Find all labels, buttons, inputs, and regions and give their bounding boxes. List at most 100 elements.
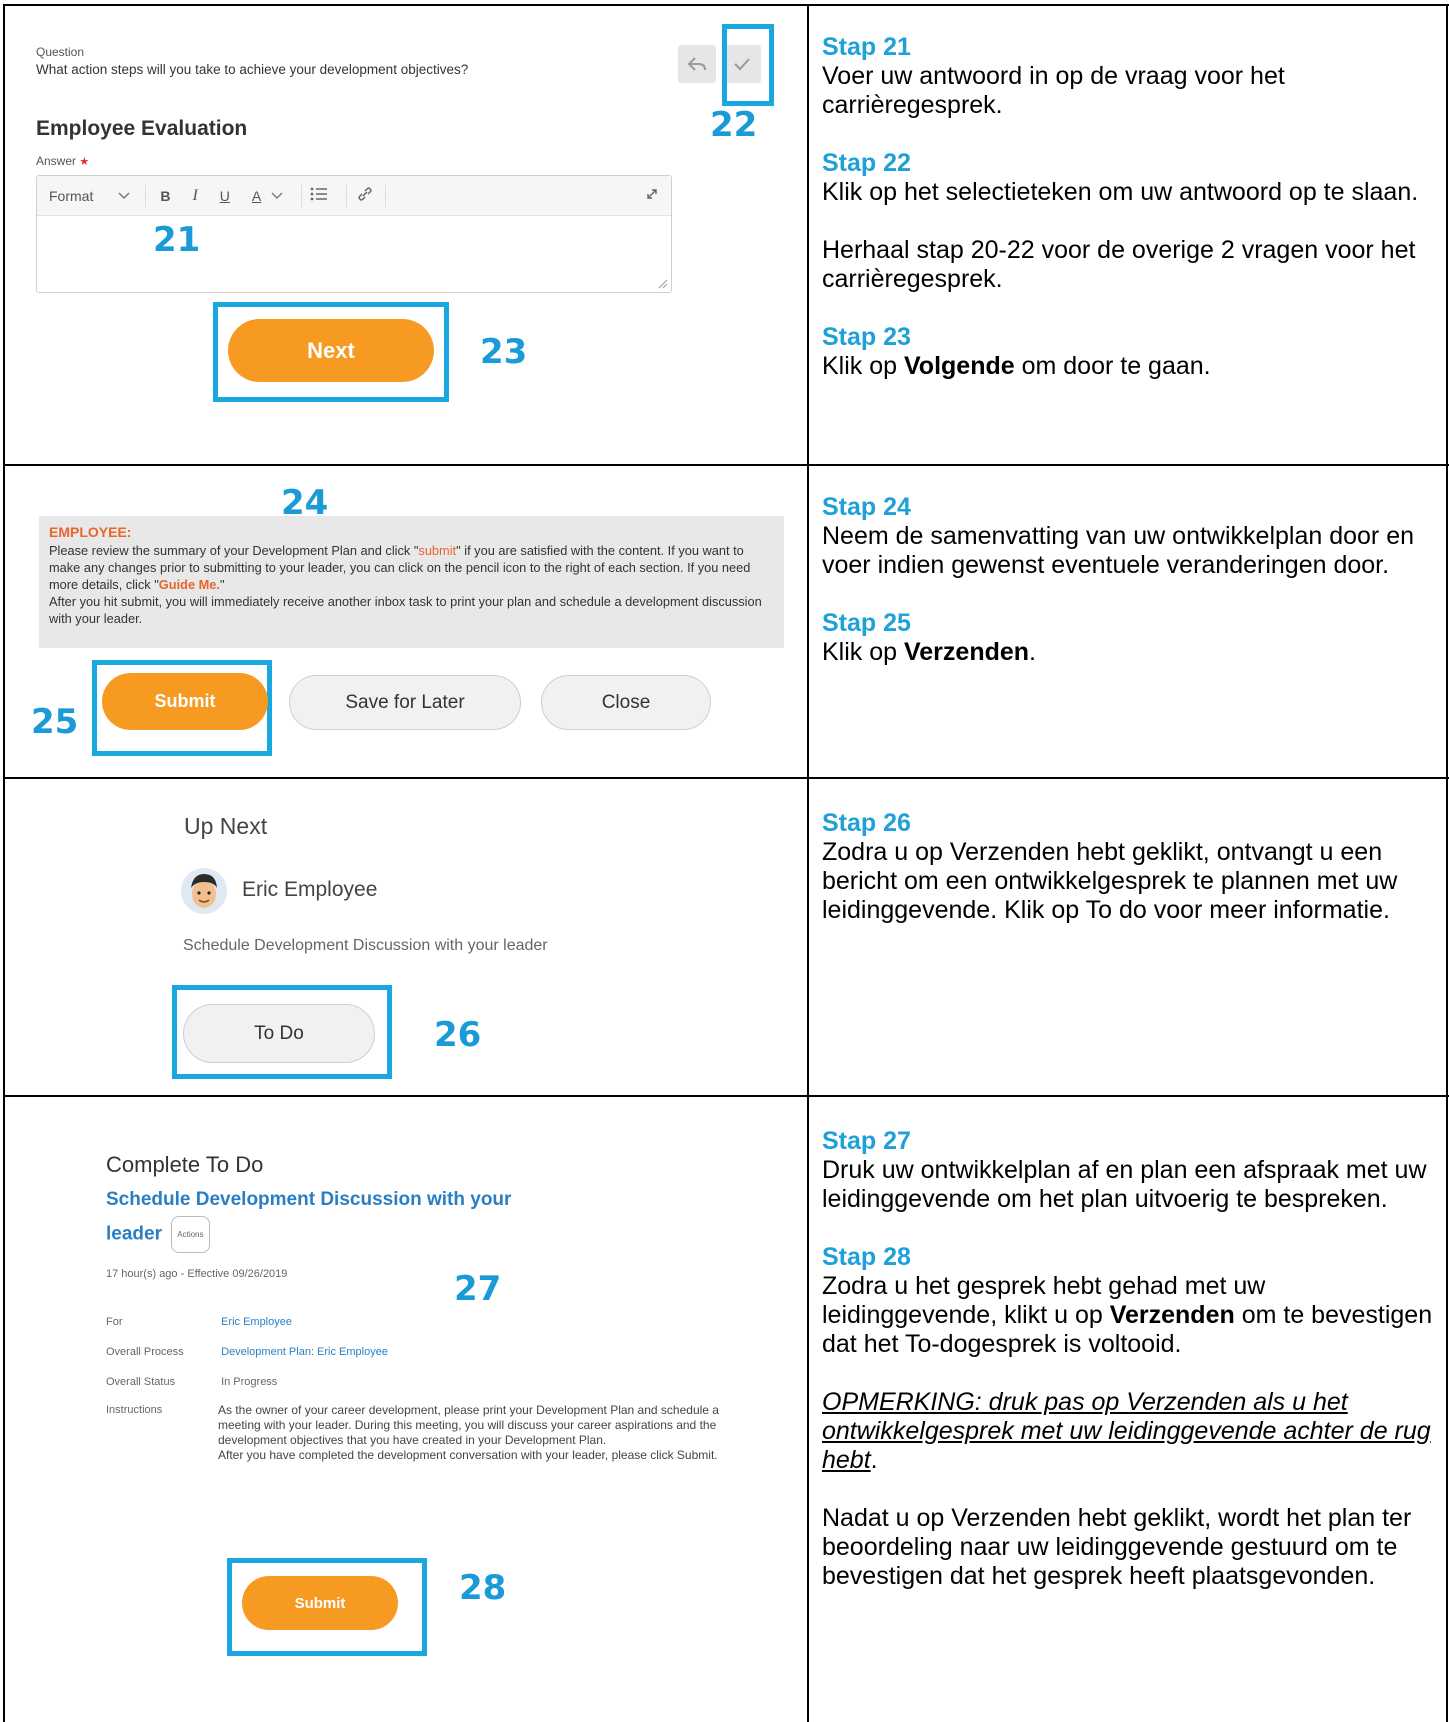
bulleted-list-icon [310, 187, 328, 201]
step-title: Stap 26 [822, 809, 911, 837]
row3-screenshot: Up Next Eric Employee Schedule Developme… [6, 780, 806, 1094]
step-text: Zodra u op Verzenden hebt geklikt, ontva… [822, 838, 1398, 924]
field-value-link[interactable]: Development Plan: Eric Employee [221, 1346, 388, 1358]
field-value: In Progress [221, 1376, 278, 1388]
required-mark: ★ [79, 156, 90, 168]
step-28: Stap 28 Zodra u het gesprek hebt gehad m… [822, 1243, 1442, 1359]
table-border-left [3, 4, 5, 1722]
toolbar-divider [301, 184, 303, 207]
step-text: Druk uw ontwikkelplan af en plan een afs… [822, 1156, 1427, 1213]
link-button[interactable] [357, 186, 373, 205]
underline-button[interactable]: U [220, 188, 230, 204]
actions-badge[interactable]: Actions [171, 1216, 210, 1253]
step-26: Stap 26 Zodra u op Verzenden hebt geklik… [822, 809, 1442, 925]
field-row-status: Overall Status In Progress [106, 1376, 277, 1388]
table-row-divider-3 [3, 1095, 1449, 1097]
person-name[interactable]: Eric Employee [242, 878, 377, 902]
italic-button[interactable]: I [192, 187, 197, 205]
step-text: Zodra u het gesprek hebt gehad met uw le… [822, 1272, 1433, 1358]
complete-todo-title: Complete To Do [106, 1152, 264, 1177]
callout-25: 25 [31, 702, 79, 742]
repeat-note: Herhaal stap 20-22 voor de overige 2 vra… [822, 236, 1442, 294]
resize-handle-icon[interactable] [658, 279, 668, 289]
step-title: Stap 27 [822, 1127, 911, 1155]
row2-instructions: Stap 24 Neem de samenvatting van uw ontw… [822, 493, 1442, 776]
font-color-button[interactable]: A [252, 188, 283, 204]
format-dropdown[interactable]: Format [49, 188, 131, 204]
step-text: Klik op het selectieteken om uw antwoord… [822, 178, 1419, 206]
notice-body: Please review the summary of your Develo… [49, 543, 751, 592]
question-label: Question [36, 45, 85, 59]
instructions-text: As the owner of your career development,… [218, 1403, 719, 1462]
row1-instructions: Stap 21 Voer uw antwoord in op de vraag … [822, 33, 1442, 463]
expand-icon [647, 189, 657, 199]
field-label: Instructions [106, 1404, 163, 1416]
submit-word-link: submit [418, 543, 457, 558]
next-button[interactable]: Next [228, 319, 434, 382]
table-border-top [3, 4, 1449, 6]
step-text: Herhaal stap 20-22 voor de overige 2 vra… [822, 236, 1416, 293]
step-title: Stap 25 [822, 609, 911, 637]
row1-screenshot: Question What action steps will you take… [6, 7, 806, 463]
table-row-divider-1 [3, 464, 1449, 466]
step-title: Stap 22 [822, 149, 911, 177]
note: OPMERKING: druk pas op Verzenden als u h… [822, 1388, 1431, 1474]
step-title: Stap 24 [822, 493, 911, 521]
row4-screenshot: Complete To Do Schedule Development Disc… [6, 1098, 806, 1722]
link-icon [358, 187, 373, 201]
section-title: Employee Evaluation [36, 117, 248, 140]
close-button[interactable]: Close [541, 675, 711, 730]
task-text: Schedule Development Discussion with you… [183, 937, 548, 954]
field-row-for: For Eric Employee [106, 1316, 292, 1328]
table-row-divider-2 [3, 777, 1449, 779]
field-row-process: Overall Process Development Plan: Eric E… [106, 1346, 388, 1358]
task-link[interactable]: Schedule Development Discussion with you… [106, 1183, 566, 1253]
callout-26: 26 [434, 1015, 482, 1055]
undo-button[interactable] [678, 45, 716, 83]
step-title: Stap 28 [822, 1243, 911, 1271]
step-21: Stap 21 Voer uw antwoord in op de vraag … [822, 33, 1442, 120]
list-button[interactable] [310, 187, 328, 204]
toolbar-divider [145, 184, 147, 207]
answer-editor[interactable]: Format B I U A [36, 175, 672, 293]
callout-28: 28 [459, 1568, 507, 1608]
callout-27: 27 [454, 1269, 502, 1309]
closing-text: Nadat u op Verzenden hebt geklikt, wordt… [822, 1504, 1412, 1590]
save-for-later-button[interactable]: Save for Later [289, 675, 521, 730]
expand-button[interactable] [645, 187, 659, 204]
bold-button[interactable]: B [160, 188, 170, 204]
field-label: Overall Process [106, 1346, 184, 1358]
toolbar-divider [346, 184, 348, 207]
employee-notice: EMPLOYEE: Please review the summary of y… [39, 516, 784, 648]
callout-24: 24 [281, 483, 329, 523]
notice-body-2: After you hit submit, you will immediate… [49, 594, 762, 626]
to-do-button[interactable]: To Do [183, 1004, 375, 1063]
highlight-box-22 [722, 24, 774, 106]
note-text: OPMERKING: druk pas op Verzenden als u h… [822, 1388, 1431, 1474]
avatar-icon [191, 874, 217, 908]
submit-button[interactable]: Submit [242, 1576, 398, 1630]
guide-me-link[interactable]: Guide Me. [159, 577, 220, 592]
table-border-right [1446, 4, 1448, 1722]
row4-instructions: Stap 27 Druk uw ontwikkelplan af en plan… [822, 1127, 1442, 1722]
step-23: Stap 23 Klik op Volgende om door te gaan… [822, 323, 1442, 381]
submit-button[interactable]: Submit [102, 673, 268, 730]
reply-icon [687, 57, 706, 71]
row3-instructions: Stap 26 Zodra u op Verzenden hebt geklik… [822, 809, 1442, 1094]
field-label: Overall Status [106, 1376, 176, 1388]
step-text: Klik op Volgende om door te gaan. [822, 352, 1211, 380]
step-title: Stap 23 [822, 323, 911, 351]
field-row-instructions: Instructions As the owner of your career… [106, 1403, 746, 1463]
table-column-divider [807, 4, 809, 1722]
notice-header: EMPLOYEE: [49, 524, 132, 540]
answer-label: Answer ★ [36, 154, 90, 168]
field-value-link[interactable]: Eric Employee [221, 1316, 292, 1328]
chevron-down-icon [271, 192, 283, 199]
question-text: What action steps will you take to achie… [36, 62, 469, 77]
callout-21: 21 [153, 220, 201, 260]
step-24: Stap 24 Neem de samenvatting van uw ontw… [822, 493, 1442, 580]
field-label: For [106, 1316, 123, 1328]
step-22: Stap 22 Klik op het selectieteken om uw … [822, 149, 1442, 207]
step-text: Klik op Verzenden. [822, 638, 1036, 666]
task-meta: 17 hour(s) ago - Effective 09/26/2019 [106, 1268, 288, 1280]
